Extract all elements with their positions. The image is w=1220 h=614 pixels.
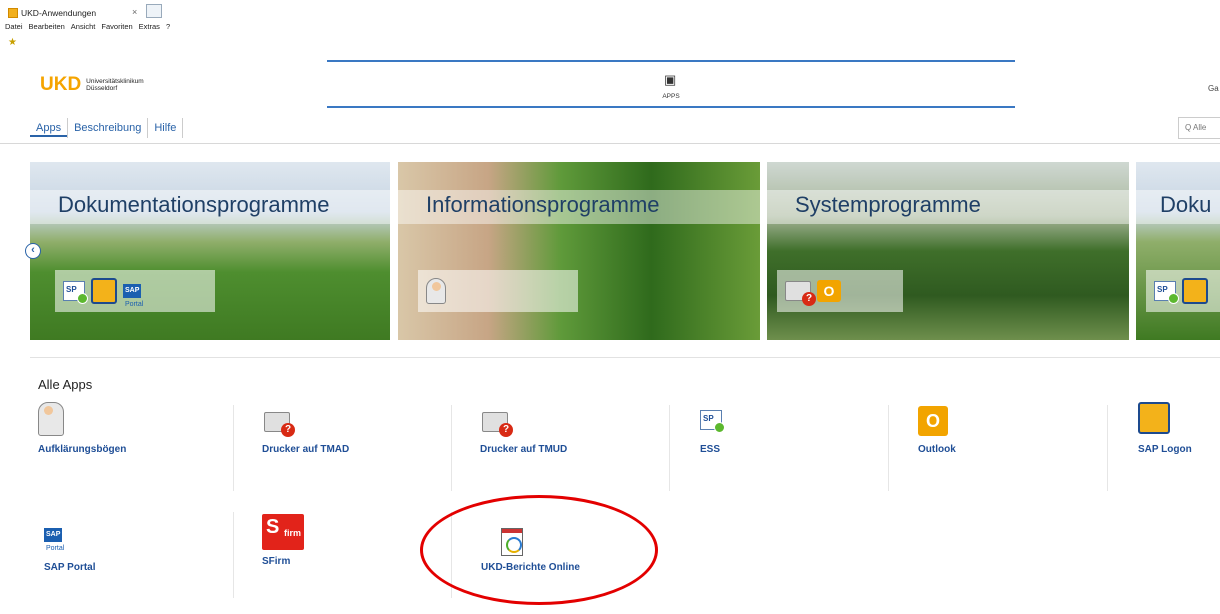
app-tile-drucker-tmad[interactable]: Drucker auf TMAD [262,402,472,494]
app-name: SAP Portal [44,562,96,573]
app-name: ESS [700,444,721,455]
app-name: Drucker auf TMUD [480,444,568,455]
menu-datei[interactable]: Datei [5,22,23,36]
app-divider [451,405,452,491]
carousel-tile-informationsprogramme[interactable]: Informationsprogramme [398,162,760,340]
apps-grid-icon: ▣ [664,72,677,87]
sap-portal-icon-text: SAP [44,528,63,542]
app-tile-sap-portal[interactable]: SAP Portal SAP Portal [44,520,254,612]
nav-tabs: Apps Beschreibung Hilfe [30,118,184,138]
printer-icon [482,412,513,437]
sp-icon [700,410,725,433]
favorites-star-icon[interactable]: ★ [8,37,17,48]
all-apps-title: Alle Apps [38,377,93,392]
outlook-icon[interactable]: O [817,280,841,302]
app-tile-outlook[interactable]: O Outlook [918,402,1128,494]
tile-icon-bar: O [777,270,903,312]
app-name: SAP Logon [1138,444,1192,455]
search-input[interactable]: Q Alle [1178,117,1220,139]
app-divider [1107,405,1108,491]
tile-icon-bar [1146,270,1220,312]
sap-portal-icon-small: Portal [46,545,65,552]
section-divider [30,357,1220,358]
browser-menu-bar: Datei Bearbeiten Ansicht Favoriten Extra… [5,22,170,36]
app-divider [233,512,234,598]
menu-help[interactable]: ? [166,22,170,36]
highlight-circle [420,495,658,605]
menu-extras[interactable]: Extras [139,22,160,36]
carousel-tile-systemprogramme[interactable]: Systemprogramme O [767,162,1129,340]
tile-title: Informationsprogramme [426,192,660,217]
app-tile-aufklaerungsboegen[interactable]: Aufklärungsbögen [38,402,248,494]
tile-title: Doku [1160,192,1212,217]
sfirm-icon-letter: S [266,516,280,538]
app-tile-ess[interactable]: ESS [700,402,910,494]
person-icon [38,402,64,436]
sap-portal-icon-small: Portal [125,301,144,308]
app-divider [669,405,670,491]
logo-sub-line1: Universitätsklinikum [86,77,144,85]
menu-favoriten[interactable]: Favoriten [101,22,132,36]
tile-title: Systemprogramme [795,192,981,217]
logo-sub-line2: Düsseldorf [86,85,118,92]
logo-text: UKD [40,74,82,95]
outlook-icon: O [918,406,948,436]
sap-portal-icon-text: SAP [123,284,142,298]
tile-icon-bar [418,270,578,312]
sfirm-icon: Sfirm [262,514,304,550]
printer-icon[interactable] [785,281,816,306]
tab-apps[interactable]: Apps [30,119,68,137]
ukd-logo[interactable]: UKD Universitätsklinikum Düsseldorf [40,74,144,96]
app-divider [233,405,234,491]
apps-label: APPS [662,93,680,100]
tile-title: Dokumentationsprogramme [58,192,330,217]
folder-icon [8,8,18,18]
tile-icon-bar: SAP Portal [55,270,215,312]
sap-logon-icon [1138,402,1170,434]
app-tile-sap-logon[interactable]: SAP Logon [1138,402,1220,494]
app-name: SFirm [262,556,291,567]
nav-underline [0,143,1220,144]
menu-ansicht[interactable]: Ansicht [71,22,96,36]
tab-divider [182,118,184,138]
printer-icon [264,412,295,437]
sfirm-icon-text: firm [283,528,301,538]
carousel-prev-button[interactable]: ‹ [25,243,41,259]
logo-subtitle: Universitätsklinikum Düsseldorf [86,78,143,93]
search-icon: Q [1185,123,1192,132]
app-name: Drucker auf TMAD [262,444,350,455]
browser-tab-title: UKD-Anwendungen [21,8,97,18]
browser-tab-bar: UKD-Anwendungen × [0,0,1220,22]
carousel-tile-next[interactable]: Doku [1136,162,1220,340]
search-placeholder: Alle [1193,123,1207,132]
sap-portal-icon: SAP Portal [44,528,84,552]
close-icon[interactable]: × [132,5,137,19]
sap-logon-icon[interactable] [1182,278,1208,304]
tab-hilfe[interactable]: Hilfe [148,119,182,137]
new-tab-button[interactable] [146,4,162,18]
menu-bearbeiten[interactable]: Bearbeiten [29,22,65,36]
person-icon[interactable] [426,278,446,304]
sap-portal-icon[interactable]: SAP Portal [123,284,163,308]
carousel-tile-dokumentationsprogramme[interactable]: Dokumentationsprogramme SAP Portal [30,162,390,340]
user-name[interactable]: Ga [1208,84,1219,93]
ess-icon[interactable] [1154,281,1179,304]
tab-beschreibung[interactable]: Beschreibung [68,119,147,137]
apps-switcher[interactable]: ▣ APPS [327,60,1015,108]
sap-logon-icon[interactable] [91,278,117,304]
browser-tab[interactable]: UKD-Anwendungen × [8,4,164,22]
app-divider [888,405,889,491]
ess-icon[interactable] [63,281,88,304]
app-name: Outlook [918,444,956,455]
app-tile-drucker-tmud[interactable]: Drucker auf TMUD [480,402,690,494]
app-name: Aufklärungsbögen [38,444,127,455]
